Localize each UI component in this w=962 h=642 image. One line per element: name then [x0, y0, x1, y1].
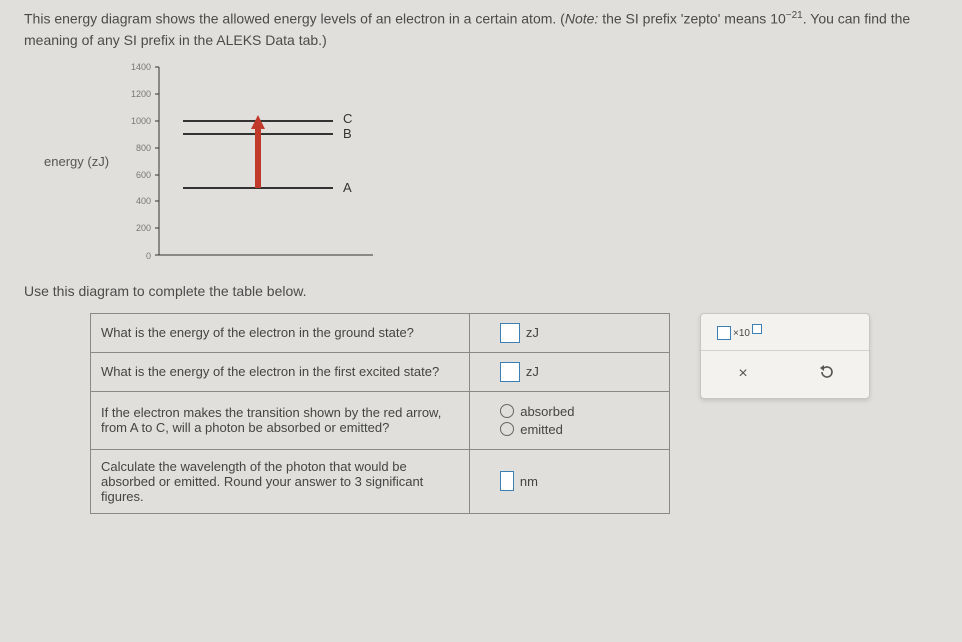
problem-statement: This energy diagram shows the allowed en… — [24, 8, 938, 51]
radio-absorbed[interactable]: absorbed — [500, 404, 659, 419]
q1-input[interactable] — [500, 323, 520, 343]
radio-emitted-label: emitted — [520, 422, 563, 437]
level-a-label: A — [343, 180, 352, 195]
table-row: Calculate the wavelength of the photon t… — [91, 449, 670, 513]
tool-panel: ×10 × — [700, 313, 870, 399]
svg-text:1400: 1400 — [131, 62, 151, 72]
svg-text:800: 800 — [136, 143, 151, 153]
energy-diagram: 0 200 400 600 800 1000 1200 1400 A B C — [113, 57, 403, 267]
svg-text:1200: 1200 — [131, 89, 151, 99]
sci-notation-button[interactable]: ×10 — [717, 324, 762, 340]
table-row: If the electron makes the transition sho… — [91, 391, 670, 449]
svg-text:0: 0 — [146, 251, 151, 261]
intro-note-label: Note: — [565, 11, 598, 27]
reset-button[interactable] — [807, 363, 847, 386]
q4-unit: nm — [520, 474, 538, 489]
intro-part1: This energy diagram shows the allowed en… — [24, 11, 565, 27]
q2-input[interactable] — [500, 362, 520, 382]
svg-text:400: 400 — [136, 196, 151, 206]
q4-text: Calculate the wavelength of the photon t… — [91, 449, 470, 513]
svg-text:1000: 1000 — [131, 116, 151, 126]
y-ticks: 0 200 400 600 800 1000 1200 1400 — [131, 62, 159, 261]
svg-text:200: 200 — [136, 223, 151, 233]
mantissa-box-icon — [717, 326, 731, 340]
answer-table: What is the energy of the electron in th… — [90, 313, 670, 514]
radio-absorbed-label: absorbed — [520, 404, 574, 419]
level-c-label: C — [343, 111, 352, 126]
q1-unit: zJ — [526, 325, 539, 340]
clear-button[interactable]: × — [723, 365, 763, 383]
intro-exp: −21 — [786, 10, 803, 21]
y-axis-label: energy (zJ) — [44, 154, 109, 169]
radio-icon — [500, 422, 514, 436]
table-prompt: Use this diagram to complete the table b… — [24, 283, 938, 299]
exponent-box-icon — [752, 324, 762, 334]
radio-emitted[interactable]: emitted — [500, 422, 659, 437]
table-row: What is the energy of the electron in th… — [91, 313, 670, 352]
level-b-label: B — [343, 126, 352, 141]
q2-text: What is the energy of the electron in th… — [91, 352, 470, 391]
q4-input[interactable] — [500, 471, 514, 491]
table-row: What is the energy of the electron in th… — [91, 352, 670, 391]
reset-icon — [818, 363, 836, 381]
intro-part2: the SI prefix 'zepto' means 10 — [598, 11, 785, 27]
q2-unit: zJ — [526, 364, 539, 379]
x-icon: × — [738, 365, 747, 382]
sci-x10-label: ×10 — [733, 328, 750, 339]
svg-text:600: 600 — [136, 170, 151, 180]
q1-text: What is the energy of the electron in th… — [91, 313, 470, 352]
radio-icon — [500, 404, 514, 418]
q3-text: If the electron makes the transition sho… — [91, 391, 470, 449]
